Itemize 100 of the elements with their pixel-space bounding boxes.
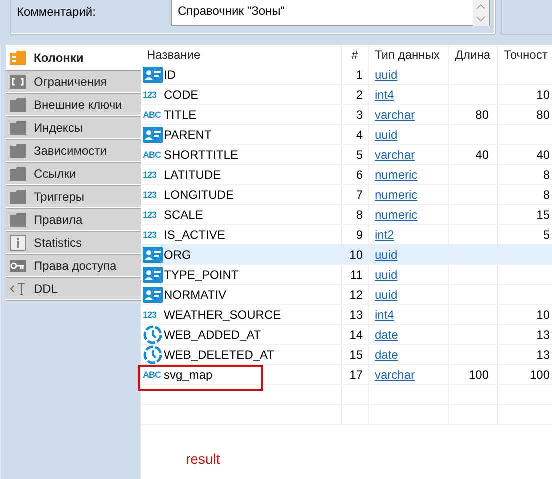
number-type-icon: 123 xyxy=(143,230,163,240)
table-cell: 9 xyxy=(342,225,369,244)
sidebar-tab[interactable]: Ограничения xyxy=(6,70,141,93)
table-cell: 8 xyxy=(342,205,369,224)
table-cell: 15 xyxy=(536,208,550,222)
sidebar-tab[interactable]: Правила xyxy=(6,208,141,231)
column-name: LONGITUDE xyxy=(164,188,234,202)
sidebar-tab[interactable]: Statistics xyxy=(6,231,141,254)
table-cell: 6 xyxy=(342,165,369,184)
type-link[interactable]: uuid xyxy=(375,288,398,302)
column-name: LATITUDE xyxy=(164,168,222,182)
text-type-icon: ABC xyxy=(143,110,163,120)
column-name: NORMATIV xyxy=(164,288,226,302)
type-link[interactable]: uuid xyxy=(375,128,398,142)
sidebar-tab[interactable]: DDL xyxy=(6,277,141,300)
table-cell: 10 xyxy=(536,308,550,322)
folder-icon xyxy=(10,212,26,226)
type-link[interactable]: uuid xyxy=(375,268,398,282)
type-link[interactable]: numeric xyxy=(375,208,418,222)
key-icon xyxy=(10,260,26,272)
table-cell: 10 xyxy=(536,88,550,102)
brackets-icon xyxy=(10,74,26,88)
table-cell: 40 xyxy=(476,148,489,162)
column-name: CODE xyxy=(164,88,199,102)
type-link[interactable]: int2 xyxy=(375,228,394,242)
table-cell: 100 xyxy=(468,368,489,382)
table-cell: 5 xyxy=(543,228,550,242)
sidebar-tab[interactable]: Колонки xyxy=(6,45,141,70)
column-name: PARENT xyxy=(164,128,212,142)
type-link[interactable]: varchar xyxy=(375,368,416,382)
folder-icon xyxy=(10,144,26,158)
table-cell: 13 xyxy=(342,305,369,324)
code-icon xyxy=(10,282,26,296)
column-name: ORG xyxy=(164,248,192,262)
table-cell: 40 xyxy=(536,148,550,162)
info-icon xyxy=(10,234,26,250)
folder-icon xyxy=(10,120,26,134)
type-link[interactable]: uuid xyxy=(375,68,398,82)
column-name: svg_map xyxy=(164,368,213,382)
table-cell: 2 xyxy=(342,85,369,104)
column-name: SCALE xyxy=(164,208,204,222)
table-cell: 13 xyxy=(536,348,550,362)
table-cell: 80 xyxy=(476,108,489,122)
number-type-icon: 123 xyxy=(143,190,163,200)
table-cell: 5 xyxy=(342,145,369,164)
column-header[interactable]: Название xyxy=(141,45,342,65)
table-cell: 17 xyxy=(342,365,369,384)
folder-icon xyxy=(10,98,26,112)
type-link[interactable]: int4 xyxy=(375,308,394,322)
table-cell: 12 xyxy=(342,285,369,304)
type-link[interactable]: numeric xyxy=(375,188,418,202)
table-cell: 10 xyxy=(342,245,369,264)
number-type-icon: 123 xyxy=(143,90,163,100)
column-name: SHORTTITLE xyxy=(164,148,238,162)
side-panel xyxy=(501,0,552,35)
number-type-icon: 123 xyxy=(143,170,163,180)
column-name: TYPE_POINT xyxy=(164,268,239,282)
column-name: TITLE xyxy=(164,108,197,122)
key-card-icon xyxy=(143,246,163,262)
column-name: WEB_ADDED_AT xyxy=(164,328,262,342)
sidebar-tab[interactable]: Права доступа xyxy=(6,254,141,277)
column-name: IS_ACTIVE xyxy=(164,228,226,242)
table-cell: 13 xyxy=(536,328,550,342)
column-header[interactable]: # xyxy=(342,45,369,65)
table-cell: 15 xyxy=(342,345,369,364)
type-link[interactable]: date xyxy=(375,348,398,362)
type-link[interactable]: varchar xyxy=(375,148,416,162)
sidebar-tab[interactable]: Зависимости xyxy=(6,139,141,162)
table-cell: 7 xyxy=(342,185,369,204)
column-name: ID xyxy=(164,68,176,82)
folder-icon xyxy=(10,166,26,180)
scrollbar-icon[interactable] xyxy=(473,0,489,26)
number-type-icon: 123 xyxy=(143,310,163,320)
comment-label: Комментарий: xyxy=(17,5,97,19)
columns-icon xyxy=(10,50,26,64)
table-cell: 1 xyxy=(342,65,369,84)
table-cell: 80 xyxy=(536,108,550,122)
column-name: WEATHER_SOURCE xyxy=(164,308,282,322)
type-link[interactable]: numeric xyxy=(375,168,418,182)
text-type-icon: ABC xyxy=(143,370,163,380)
column-header[interactable]: Точност xyxy=(498,45,552,65)
comment-field[interactable]: Справочник "Зоны" xyxy=(171,0,490,26)
column-header[interactable]: Тип данных xyxy=(369,45,449,65)
column-header[interactable]: Длина xyxy=(449,45,498,65)
type-link[interactable]: int4 xyxy=(375,88,394,102)
table-cell: 100 xyxy=(530,368,550,382)
sidebar-tab[interactable]: Внешние ключи xyxy=(6,93,141,116)
table-cell: 4 xyxy=(342,125,369,144)
clock-icon xyxy=(143,344,163,364)
text-type-icon: ABC xyxy=(143,150,163,160)
column-name: WEB_DELETED_AT xyxy=(164,348,274,362)
type-link[interactable]: date xyxy=(375,328,398,342)
type-link[interactable]: varchar xyxy=(375,108,416,122)
type-link[interactable]: uuid xyxy=(375,248,398,262)
sidebar-tab[interactable]: Ссылки xyxy=(6,162,141,185)
sidebar-tab[interactable]: Триггеры xyxy=(6,185,141,208)
sidebar-tab[interactable]: Индексы xyxy=(6,116,141,139)
table-cell: 8 xyxy=(543,168,550,182)
table-cell: 11 xyxy=(342,265,369,284)
number-type-icon: 123 xyxy=(143,210,163,220)
